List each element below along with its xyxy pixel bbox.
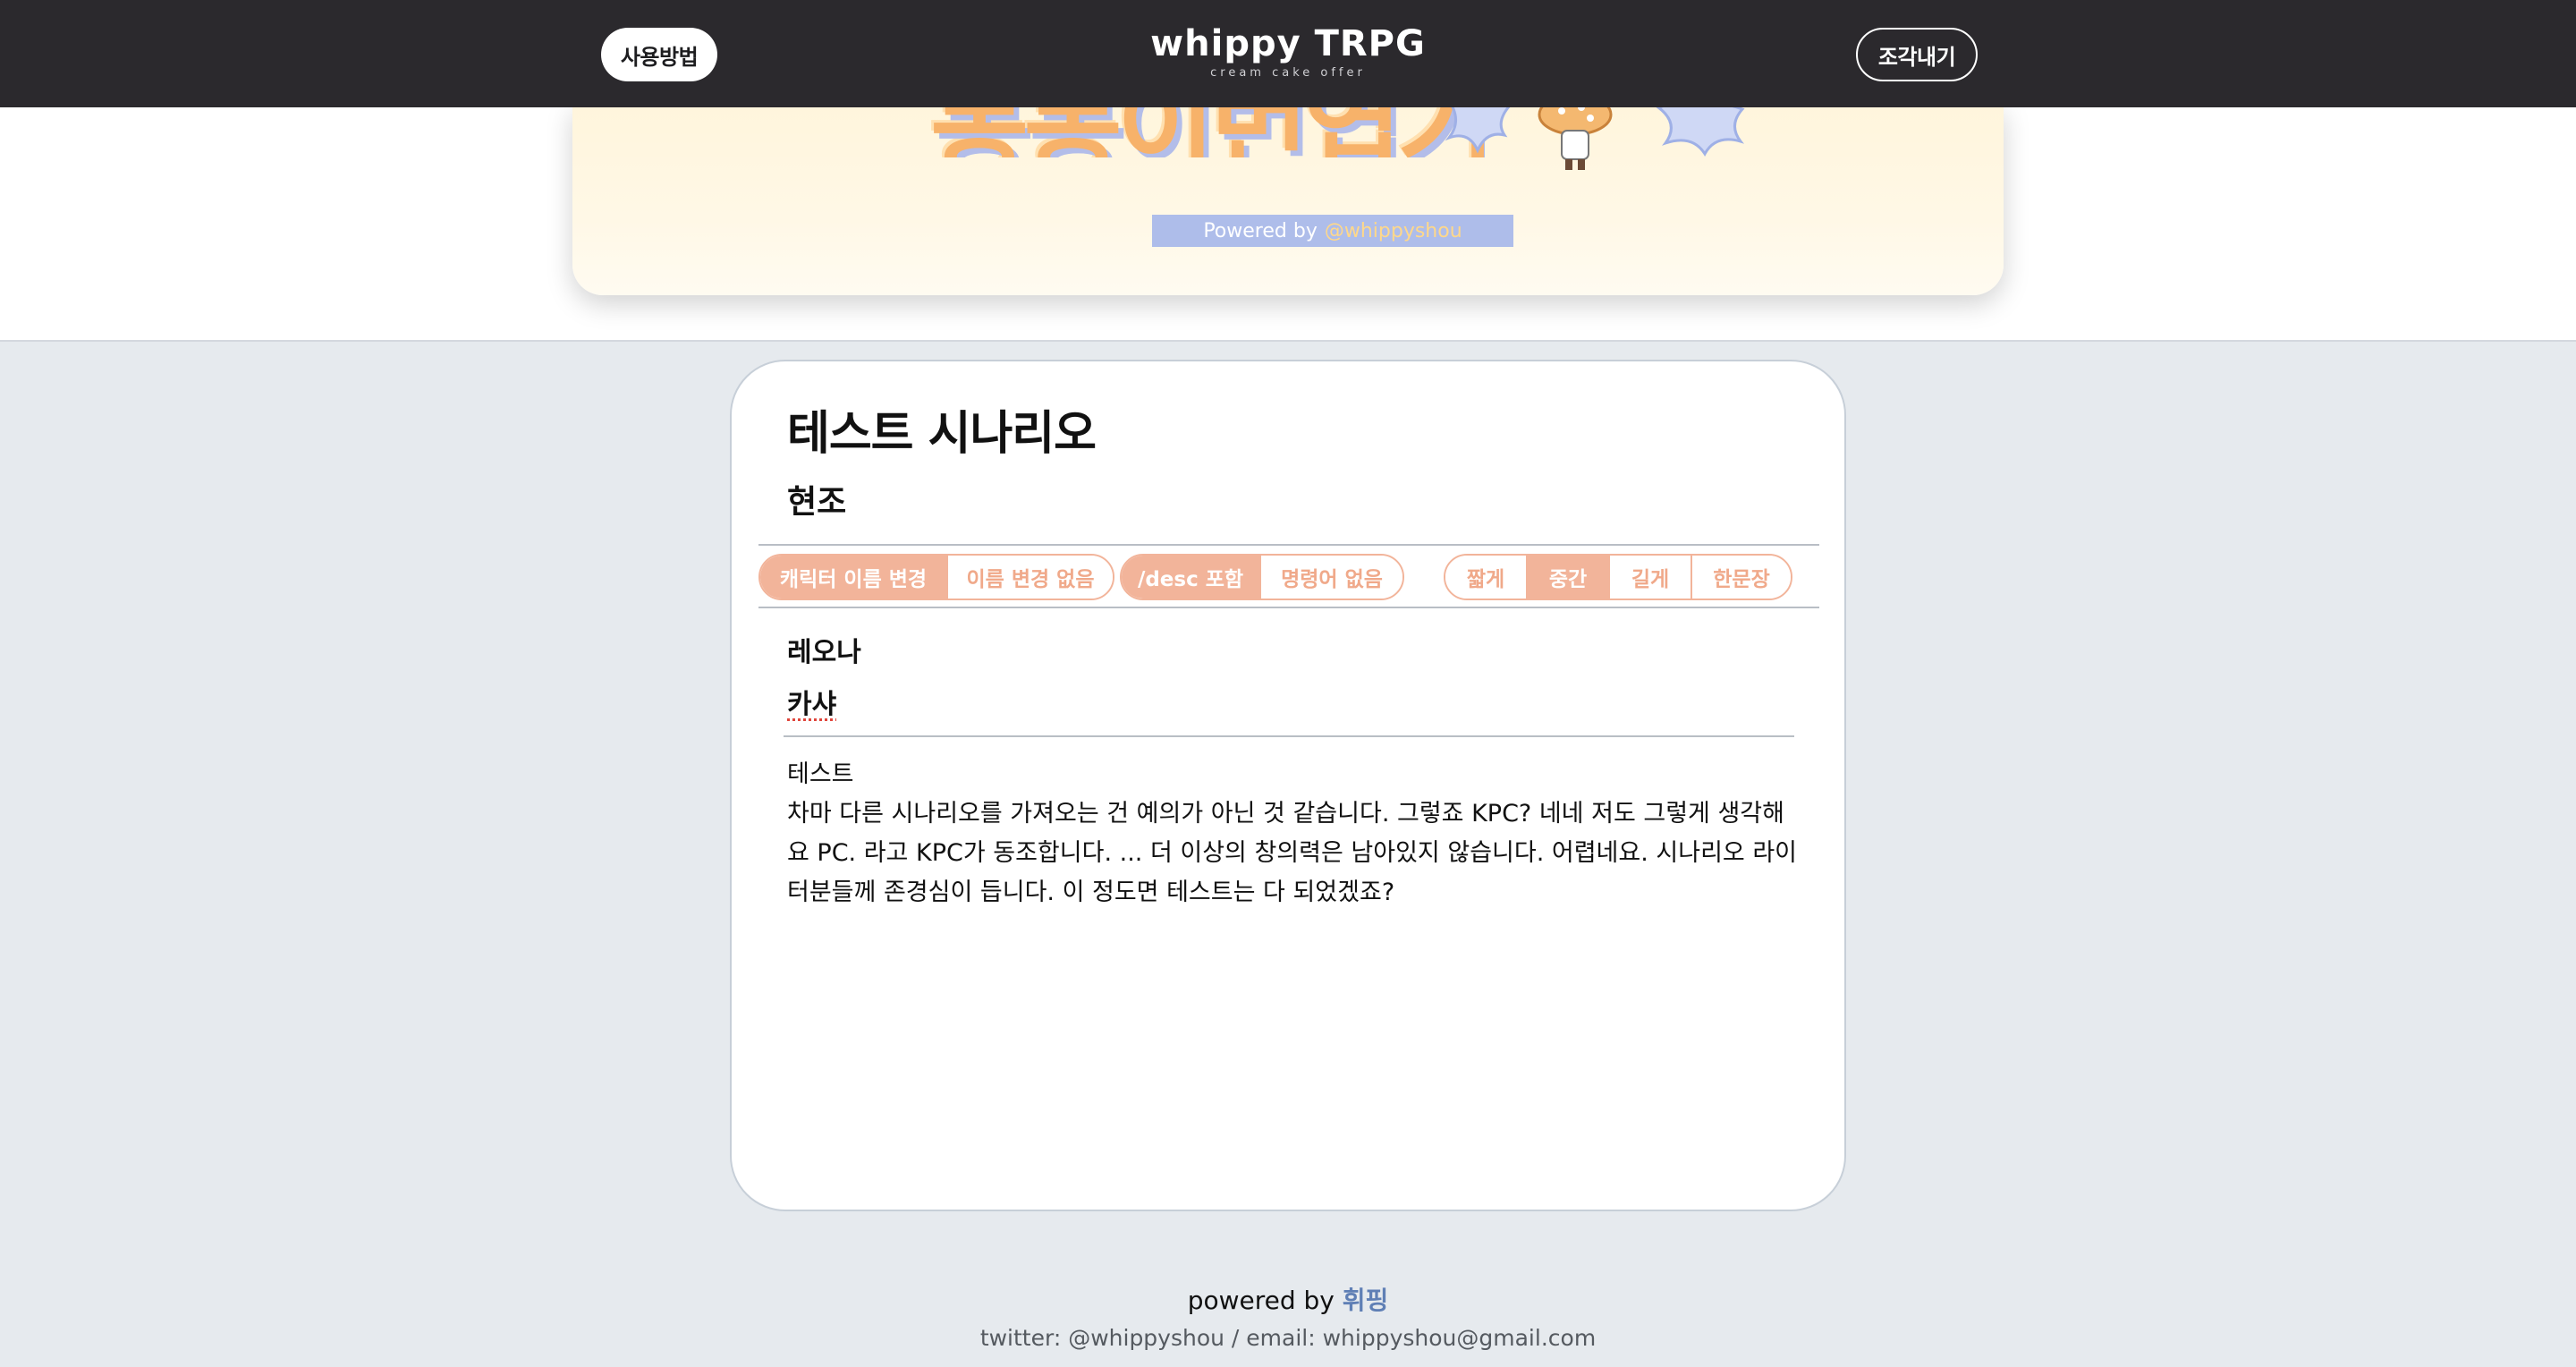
banner-credit: Powered by @whippyshou bbox=[1152, 215, 1513, 247]
scenario-author: 현조 bbox=[787, 484, 847, 521]
footer-powered: powered by 휘핑 bbox=[0, 1281, 2576, 1320]
banner-credit-handle[interactable]: @whippyshou bbox=[1325, 220, 1462, 242]
character-name[interactable]: 카샤 bbox=[787, 682, 836, 721]
top-bar: 사용방법 whippy TRPG cream cake offer 조각내기 bbox=[0, 0, 2576, 107]
character-name[interactable]: 레오나 bbox=[787, 630, 861, 669]
log-line: 차마 다른 시나리오를 가져오는 건 예의가 아닌 것 같습니다. 그렇죠 KP… bbox=[787, 800, 1798, 906]
ghost-illustration bbox=[1445, 104, 1513, 154]
option-length-medium[interactable]: 중간 bbox=[1526, 556, 1608, 599]
banner-credit-prefix: Powered by bbox=[1203, 219, 1318, 242]
banner-title-art: 몽몽이번엽기 bbox=[930, 104, 1485, 157]
options-bar: 캐릭터 이름 변경 이름 변경 없음 /desc 포함 명령어 없음 짧게 중간… bbox=[758, 544, 1819, 608]
option-rename-characters[interactable]: 캐릭터 이름 변경 bbox=[760, 556, 946, 599]
footer-powered-prefix: powered by bbox=[1187, 1286, 1335, 1315]
cake-character-illustration bbox=[1538, 104, 1613, 170]
scenario-card: 테스트 시나리오 현조 캐릭터 이름 변경 이름 변경 없음 /desc 포함 … bbox=[730, 360, 1846, 1211]
option-no-rename[interactable]: 이름 변경 없음 bbox=[946, 556, 1113, 599]
session-log[interactable]: 테스트 차마 다른 시나리오를 가져오는 건 예의가 아닌 것 같습니다. 그렇… bbox=[787, 755, 1798, 913]
footer-contact: twitter: @whippyshou / email: whippyshou… bbox=[979, 1325, 1597, 1351]
name-change-toggle: 캐릭터 이름 변경 이름 변경 없음 bbox=[758, 554, 1114, 600]
divider bbox=[784, 735, 1794, 737]
footer-brand-link[interactable]: 휘핑 bbox=[1343, 1286, 1389, 1315]
option-length-long[interactable]: 길게 bbox=[1608, 556, 1690, 599]
option-include-desc[interactable]: /desc 포함 bbox=[1122, 556, 1259, 599]
option-length-one-sentence[interactable]: 한문장 bbox=[1690, 556, 1791, 599]
footer: powered by 휘핑 twitter: @whippyshou / ema… bbox=[0, 1281, 2576, 1356]
logo[interactable]: whippy TRPG cream cake offer bbox=[1145, 23, 1431, 80]
scenario-title: 테스트 시나리오 bbox=[787, 407, 1097, 461]
desc-toggle: /desc 포함 명령어 없음 bbox=[1120, 554, 1404, 600]
banner: 몽몽이번엽기 Powered by @whippyshou bbox=[572, 104, 2004, 295]
log-line: 테스트 bbox=[787, 760, 854, 788]
option-no-command[interactable]: 명령어 없음 bbox=[1259, 556, 1402, 599]
option-length-short[interactable]: 짧게 bbox=[1445, 556, 1526, 599]
banner-zone: 몽몽이번엽기 Powered by @whippyshou bbox=[0, 104, 2576, 340]
logo-subtitle: cream cake offer bbox=[1210, 66, 1366, 80]
length-toggle: 짧게 중간 길게 한문장 bbox=[1444, 554, 1792, 600]
export-button[interactable]: 조각내기 bbox=[1856, 28, 1978, 81]
ghost-illustration-2 bbox=[1655, 104, 1745, 157]
logo-title: whippy TRPG bbox=[1150, 23, 1426, 64]
help-button[interactable]: 사용방법 bbox=[601, 28, 717, 81]
